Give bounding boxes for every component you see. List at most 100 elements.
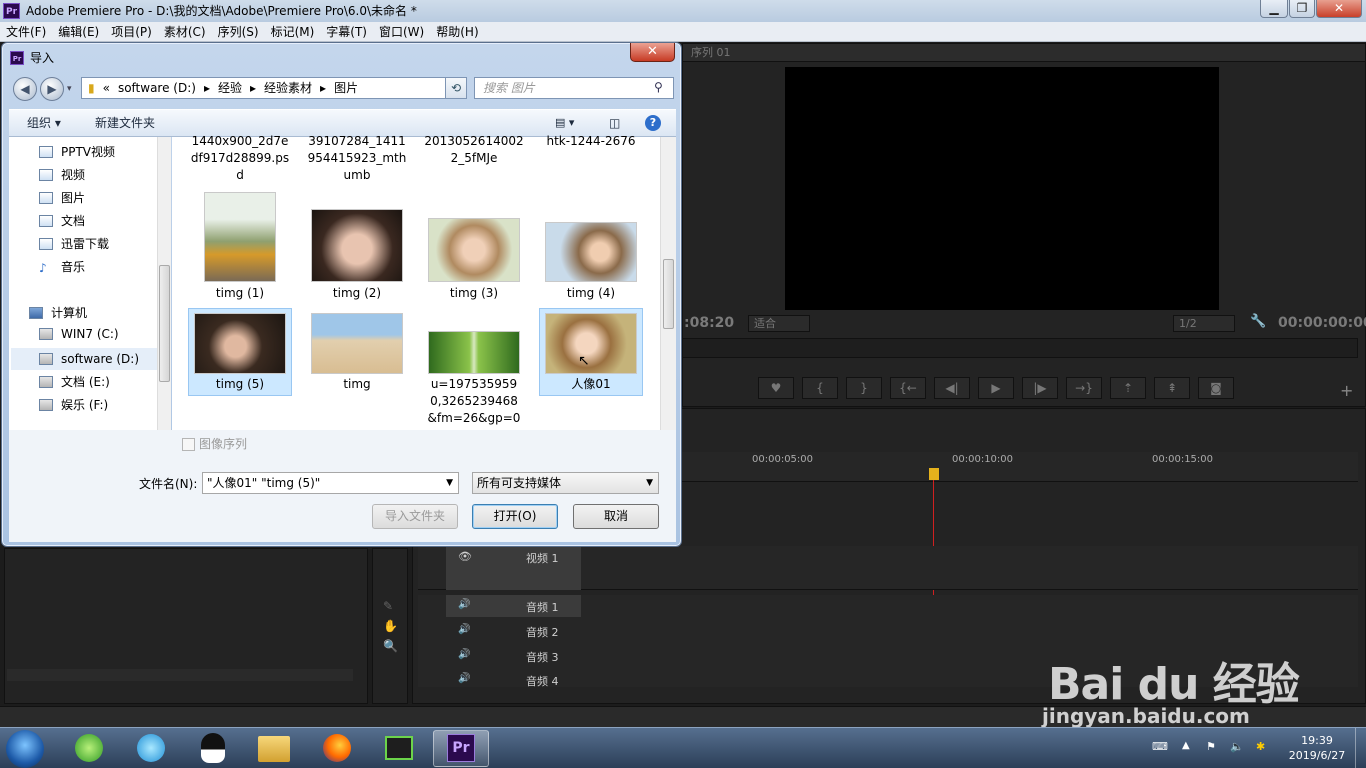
nav-item-computer[interactable]: 计算机 <box>29 304 87 321</box>
taskbar-app-360[interactable] <box>61 730 117 767</box>
menu-window[interactable]: 窗口(W) <box>379 23 424 40</box>
program-tab[interactable]: 序列 01 <box>691 46 731 59</box>
timeline-ruler[interactable]: 00:00:05:00 00:00:10:00 00:00:15:00 <box>682 452 1358 482</box>
fit-dropdown[interactable]: 适合 <box>748 315 810 332</box>
add-button-icon[interactable]: + <box>1340 381 1353 400</box>
volume-icon[interactable]: 🔈 <box>1230 740 1244 753</box>
eye-icon[interactable]: 👁 <box>458 550 472 563</box>
menu-edit[interactable]: 编辑(E) <box>58 23 99 40</box>
import-folder-button[interactable]: 导入文件夹 <box>372 504 458 529</box>
pen-tool-icon[interactable]: ✎ <box>383 599 393 613</box>
nav-item-pptv[interactable]: PPTV视频 <box>39 143 115 160</box>
file-tile-u1975[interactable]: u=1975359590,3265239468&fm=26&gp=0 <box>422 376 526 432</box>
menu-file[interactable]: 文件(F) <box>6 23 46 40</box>
go-to-in-button[interactable]: {← <box>890 377 926 399</box>
help-icon[interactable]: ? <box>645 115 661 131</box>
speaker-icon[interactable]: 🔊 <box>458 649 470 660</box>
mark-in-button[interactable]: { <box>802 377 838 399</box>
breadcrumb-drive[interactable]: software (D:) <box>118 78 196 98</box>
audio-track-1-header[interactable]: 🔊 音频 1 <box>446 595 581 617</box>
add-marker-button[interactable]: ♥ <box>758 377 794 399</box>
nav-item-pictures[interactable]: 图片 <box>39 189 85 206</box>
file-partial-4[interactable]: htk-1244-2676 <box>539 133 643 221</box>
playhead-handle[interactable] <box>929 468 939 480</box>
taskbar-app-premiere[interactable]: Pr <box>433 730 489 767</box>
taskbar-app-explorer[interactable] <box>246 730 302 767</box>
audio-track-3-header[interactable]: 🔊 音频 3 <box>446 645 581 667</box>
nav-item-documents[interactable]: 文档 <box>39 212 85 229</box>
program-scrubber[interactable] <box>682 338 1358 358</box>
wrench-icon[interactable]: 🔧 <box>1250 314 1266 329</box>
nav-item-drive-f[interactable]: 娱乐 (F:) <box>39 396 108 413</box>
project-scrollbar[interactable] <box>7 669 353 681</box>
filename-input[interactable]: "人像01" "timg (5)" ▼ <box>202 472 459 494</box>
taskbar-app-qq[interactable] <box>185 730 241 767</box>
nav-item-thunder[interactable]: 迅雷下载 <box>39 235 109 252</box>
go-to-out-button[interactable]: →} <box>1066 377 1102 399</box>
speaker-icon[interactable]: 🔊 <box>458 624 470 635</box>
cancel-button[interactable]: 取消 <box>573 504 659 529</box>
file-tile-timg2[interactable]: timg (2) <box>305 285 409 305</box>
recent-pages-icon[interactable]: ▾ <box>67 84 72 94</box>
file-tile-timg4[interactable]: timg (4) <box>539 285 643 305</box>
extract-button[interactable]: ⇞ <box>1154 377 1190 399</box>
file-scrollbar[interactable] <box>660 137 676 430</box>
menu-project[interactable]: 项目(P) <box>111 23 152 40</box>
file-tile-timg1[interactable]: timg (1) <box>188 285 292 305</box>
audio-track-4-header[interactable]: 🔊 音频 4 <box>446 670 581 687</box>
close-window-button[interactable]: ✕ <box>1316 0 1362 18</box>
file-partial-2[interactable]: 39107284_1411 954415923_mth umb <box>305 133 409 221</box>
search-input[interactable]: 搜索 图片 <box>474 77 674 99</box>
file-partial-3[interactable]: 2013052614002 2_5fMJe <box>422 133 526 221</box>
menu-help[interactable]: 帮助(H) <box>436 23 478 40</box>
play-button[interactable]: ▶ <box>978 377 1014 399</box>
address-bar[interactable]: ▮ « software (D:) ▸ 经验 ▸ 经验素材 ▸ 图片 <box>81 77 467 99</box>
refresh-button[interactable]: ⟲ <box>445 77 467 99</box>
keyboard-icon[interactable]: ⌨ <box>1152 740 1168 753</box>
nav-scrollbar[interactable] <box>157 137 171 430</box>
speaker-icon[interactable]: 🔊 <box>458 599 470 610</box>
menu-sequence[interactable]: 序列(S) <box>218 23 259 40</box>
organize-menu[interactable]: 组织 ▾ <box>27 110 61 136</box>
file-tile-timg5[interactable]: timg (5) <box>188 308 292 396</box>
taskbar-app-player[interactable] <box>123 730 179 767</box>
zoom-dropdown[interactable]: 1/2 <box>1173 315 1235 332</box>
step-forward-button[interactable]: |▶ <box>1022 377 1058 399</box>
show-hidden-icons[interactable]: ▲ <box>1182 740 1190 751</box>
nav-scroll-thumb[interactable] <box>159 265 170 382</box>
step-back-button[interactable]: ◀| <box>934 377 970 399</box>
nav-item-drive-c[interactable]: WIN7 (C:) <box>39 327 119 341</box>
nav-item-drive-e[interactable]: 文档 (E:) <box>39 373 110 390</box>
new-folder-button[interactable]: 新建文件夹 <box>95 110 155 136</box>
file-tile-portrait01[interactable]: 人像01 <box>539 308 643 396</box>
flag-icon[interactable]: ⚑ <box>1206 740 1216 753</box>
clock[interactable]: 19:39 2019/6/27 <box>1284 733 1350 763</box>
breadcrumb-jingyan[interactable]: 经验 <box>218 78 242 98</box>
nav-item-music[interactable]: ♪ 音乐 <box>39 258 85 275</box>
dialog-close-button[interactable]: ✕ <box>630 43 675 62</box>
video-track-1-header[interactable]: 👁 视频 1 <box>446 546 581 590</box>
maximize-button[interactable]: ❐ <box>1289 0 1315 18</box>
taskbar-app-firefox[interactable] <box>309 730 365 767</box>
open-button[interactable]: 打开(O) <box>472 504 558 529</box>
menu-clip[interactable]: 素材(C) <box>164 23 206 40</box>
file-tile-timg[interactable]: timg <box>305 376 409 396</box>
network-icon[interactable]: ✱ <box>1256 740 1265 753</box>
menu-marker[interactable]: 标记(M) <box>271 23 315 40</box>
show-desktop-button[interactable] <box>1355 728 1366 768</box>
back-button[interactable]: ◀ <box>13 77 37 101</box>
chevron-down-icon[interactable]: ▼ <box>646 473 653 493</box>
file-scroll-thumb[interactable] <box>663 259 674 329</box>
start-button-icon[interactable] <box>6 730 44 768</box>
taskbar-app-video-editor[interactable] <box>371 730 427 767</box>
nav-item-drive-d[interactable]: software (D:) <box>11 348 157 370</box>
audio-track-2-header[interactable]: 🔊 音频 2 <box>446 620 581 642</box>
forward-button[interactable]: ▶ <box>40 77 64 101</box>
breadcrumb-sucai[interactable]: 经验素材 <box>264 78 312 98</box>
menu-title[interactable]: 字幕(T) <box>326 23 367 40</box>
lift-button[interactable]: ⇡ <box>1110 377 1146 399</box>
chevron-down-icon[interactable]: ▼ <box>446 473 453 493</box>
nav-item-videos[interactable]: 视频 <box>39 166 85 183</box>
breadcrumb-pictures[interactable]: 图片 <box>334 78 358 98</box>
filetype-select[interactable]: 所有可支持媒体 ▼ <box>472 472 659 494</box>
